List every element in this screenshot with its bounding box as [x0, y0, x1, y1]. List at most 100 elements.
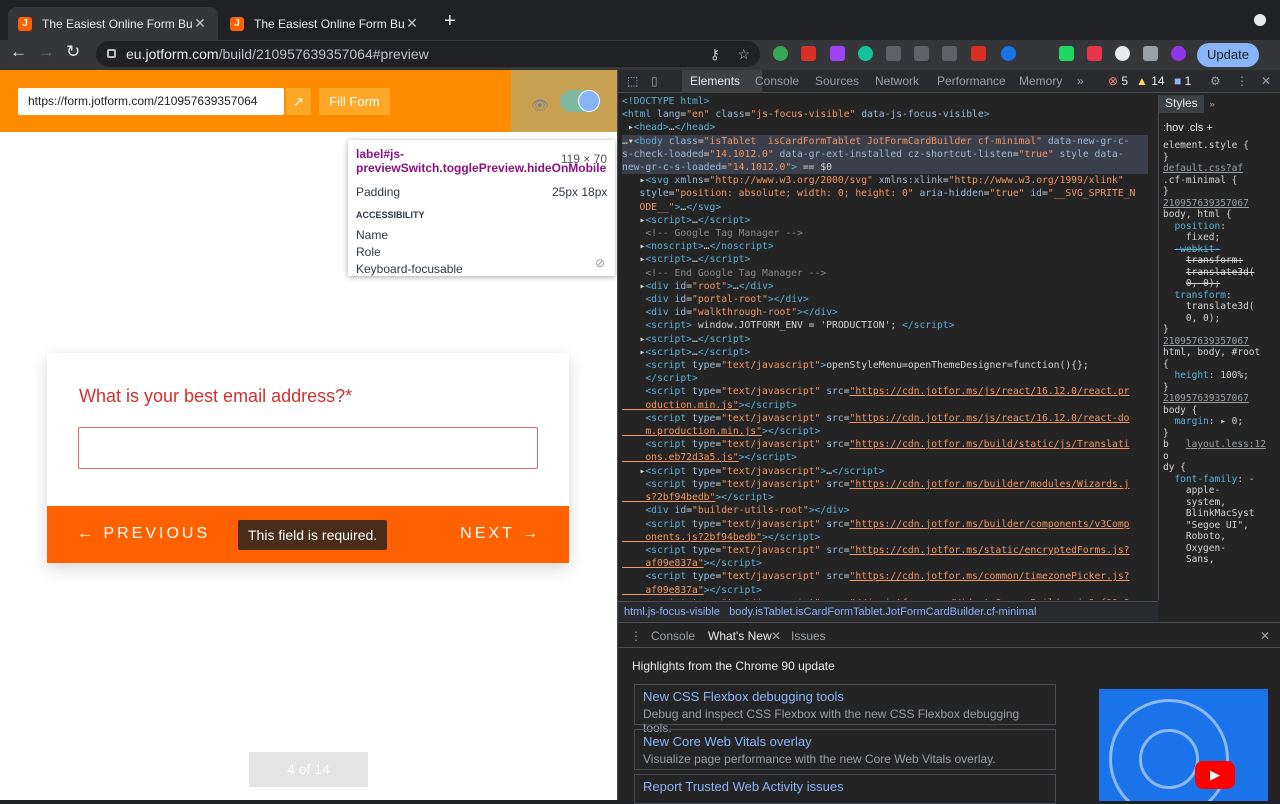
close-icon[interactable]: ✕	[404, 15, 420, 32]
extension-icon[interactable]	[1059, 46, 1074, 61]
reload-icon[interactable]: ↻	[66, 42, 80, 62]
hov-filter[interactable]: :hov	[1163, 122, 1184, 134]
close-devtools-icon[interactable]: ✕	[1261, 74, 1271, 88]
tooltip-padding-label: Padding	[356, 185, 401, 199]
more-options-icon[interactable]: ⋮	[1236, 74, 1248, 88]
more-panes-icon[interactable]: »	[1209, 99, 1214, 110]
tab-search-icon[interactable]	[1254, 14, 1266, 26]
lock-icon	[107, 49, 116, 58]
drawer-tab-issues[interactable]: Issues	[791, 629, 826, 643]
drawer-tabbar: ⋮ Console What's New ✕ Issues ✕	[618, 623, 1280, 648]
previous-button[interactable]: ← PREVIOUS	[77, 525, 210, 543]
fill-form-button[interactable]: Fill Form	[319, 88, 390, 115]
extension-icon[interactable]	[971, 46, 986, 61]
extension-icon[interactable]	[886, 46, 901, 61]
tab-title: The Easiest Online Form Builde	[254, 16, 404, 31]
avatar[interactable]	[1171, 46, 1186, 61]
tooltip-padding-value: 25px 18px	[552, 185, 608, 199]
bookmark-star-icon[interactable]: ☆	[737, 41, 750, 67]
crumb-body[interactable]: body.isTablet.isCardFormTablet.JotFormCa…	[729, 606, 1036, 618]
youtube-play-icon[interactable]: ▶	[1195, 761, 1235, 789]
breadcrumb: html.js-focus-visible body.isTablet.isCa…	[618, 601, 1158, 621]
crumb-html[interactable]: html.js-focus-visible	[624, 606, 720, 618]
error-count[interactable]: ⊗ 5	[1108, 74, 1128, 88]
page-indicator: 4 of 14	[249, 752, 368, 787]
forward-icon[interactable]: →	[38, 42, 55, 62]
info-value: 1	[1184, 74, 1192, 88]
tab-performance[interactable]: Performance	[937, 74, 1006, 88]
next-label: NEXT	[460, 525, 515, 542]
key-icon[interactable]: ⚷	[710, 41, 720, 67]
close-icon[interactable]: ✕	[192, 15, 208, 32]
question-label: What is your best email address?*	[79, 386, 353, 406]
tooltip-role: Role	[356, 245, 381, 259]
news-title[interactable]: New CSS Flexbox debugging tools	[643, 689, 1047, 704]
extension-icon[interactable]	[942, 46, 957, 61]
page-viewport: https://form.jotform.com/210957639357064…	[0, 70, 617, 800]
warnings-value: 14	[1151, 74, 1165, 88]
email-input[interactable]	[78, 427, 538, 469]
extension-icon[interactable]	[830, 46, 845, 61]
highlights-heading: Highlights from the Chrome 90 update	[632, 659, 835, 673]
tooltip-keyboard: Keyboard-focusable	[356, 262, 463, 276]
tab-network[interactable]: Network	[875, 74, 919, 88]
device-toolbar-icon[interactable]: ▯	[651, 74, 658, 88]
news-title[interactable]: New Core Web Vitals overlay	[643, 734, 1047, 749]
toggle-knob[interactable]	[578, 90, 600, 112]
drawer-tab-whats-new[interactable]: What's New	[708, 629, 772, 643]
styles-pane[interactable]: Styles » :hov .cls + element.style {} def…	[1158, 95, 1280, 600]
video-thumbnail[interactable]: ▶	[1099, 689, 1268, 801]
news-item[interactable]: New Core Web Vitals overlay Visualize pa…	[634, 729, 1056, 770]
tooltip-name: Name	[356, 228, 389, 242]
news-item[interactable]: New CSS Flexbox debugging tools Debug an…	[634, 684, 1056, 735]
styles-tab[interactable]: Styles	[1159, 95, 1204, 113]
jotform-favicon-icon: J	[230, 16, 244, 31]
tab-console[interactable]: Console	[755, 74, 799, 88]
devtools-tabbar: ⬚ ▯ Elements Console Sources Network Per…	[618, 70, 1280, 93]
more-tabs-icon[interactable]: »	[1077, 74, 1084, 88]
dom-tree[interactable]: <!DOCTYPE html> <html lang="en" class="j…	[622, 95, 1148, 600]
tab-title: The Easiest Online Form Builde	[42, 16, 192, 31]
open-link-icon[interactable]: ↗	[286, 88, 311, 115]
tab-memory[interactable]: Memory	[1019, 74, 1062, 88]
warning-count[interactable]: ▲ 14	[1136, 74, 1165, 88]
settings-gear-icon[interactable]: ⚙	[1210, 74, 1221, 88]
cls-filter[interactable]: .cls	[1187, 122, 1204, 134]
inspect-icon[interactable]: ⬚	[627, 74, 638, 88]
tab-sources[interactable]: Sources	[815, 74, 859, 88]
extension-icon[interactable]	[1001, 46, 1016, 61]
form-card: What is your best email address?* ← PREV…	[47, 353, 569, 563]
close-drawer-icon[interactable]: ✕	[1260, 629, 1270, 643]
error-message: This field is required.	[238, 520, 388, 550]
update-button[interactable]: Update	[1197, 43, 1259, 67]
tab-strip: J The Easiest Online Form Builde ✕ J The…	[0, 0, 1280, 40]
close-tab-icon[interactable]: ✕	[771, 629, 781, 643]
grammarly-icon[interactable]	[858, 46, 873, 61]
address-bar[interactable]: eu.jotform.com/build/210957639357064#pre…	[96, 41, 760, 67]
browser-toolbar: ← → ↻ eu.jotform.com/build/2109576393570…	[0, 40, 1280, 70]
news-desc: Visualize page performance with the new …	[643, 752, 996, 766]
tooltip-size: 119 × 70	[560, 152, 607, 166]
eye-icon: 👁	[531, 97, 549, 113]
jotform-favicon-icon: J	[18, 16, 32, 31]
back-icon[interactable]: ←	[10, 42, 27, 62]
address-host: eu.jotform.com	[126, 46, 219, 62]
drawer-tab-console[interactable]: Console	[651, 629, 695, 643]
browser-tab-active[interactable]: J The Easiest Online Form Builde ✕	[8, 7, 218, 40]
not-focusable-icon: ⊘	[594, 256, 605, 270]
tab-elements[interactable]: Elements	[690, 74, 740, 88]
next-button[interactable]: NEXT →	[460, 525, 541, 543]
extensions-puzzle-icon[interactable]	[1143, 46, 1158, 61]
extension-icon[interactable]	[801, 46, 816, 61]
errors-value: 5	[1121, 74, 1129, 88]
news-title[interactable]: Report Trusted Web Activity issues	[643, 779, 1047, 794]
info-count[interactable]: ■ 1	[1174, 74, 1191, 88]
extension-icon[interactable]	[914, 46, 929, 61]
form-url-field[interactable]: https://form.jotform.com/210957639357064	[18, 88, 284, 115]
extension-icon[interactable]	[773, 46, 788, 61]
extension-icon[interactable]	[1087, 46, 1102, 61]
drawer-menu-icon[interactable]: ⋮	[630, 629, 642, 643]
browser-tab[interactable]: J The Easiest Online Form Builde ✕	[220, 7, 430, 40]
new-tab-icon[interactable]: +	[444, 10, 456, 33]
extension-icon[interactable]	[1115, 46, 1130, 61]
